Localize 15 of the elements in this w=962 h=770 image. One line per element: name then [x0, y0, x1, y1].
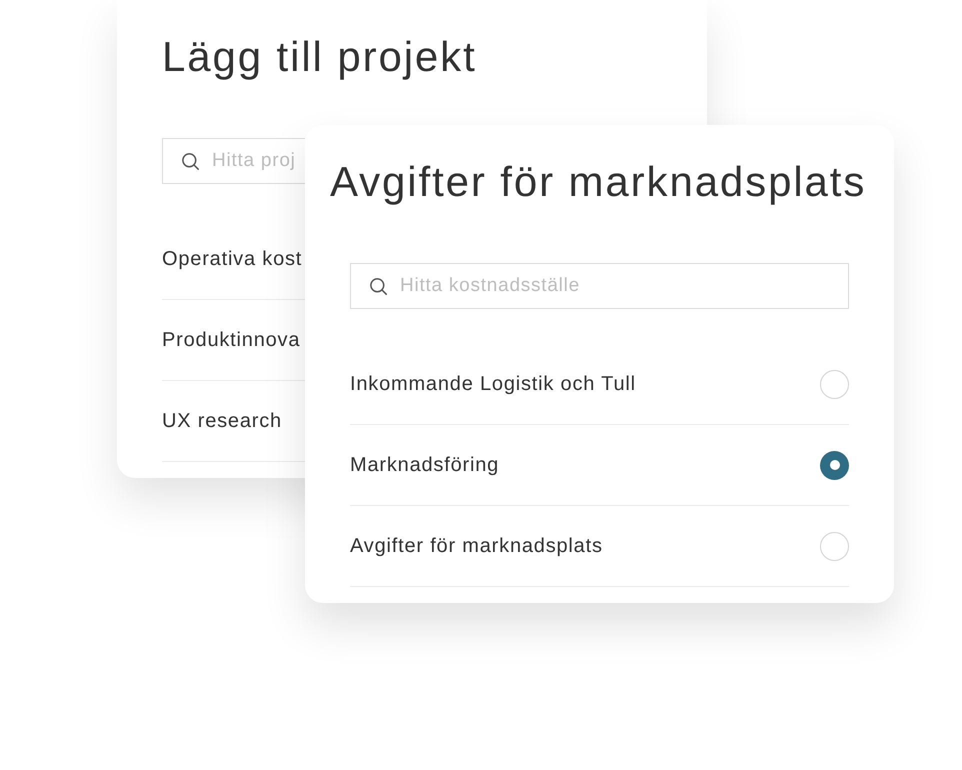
search-icon	[182, 153, 199, 170]
search-field[interactable]: Hitta kostnadsställe	[350, 263, 849, 309]
option-label[interactable]: Operativa kost	[162, 244, 302, 274]
option-label[interactable]: Marknadsföring	[350, 450, 500, 480]
dialog-title: Avgifter för marknadsplats	[330, 161, 866, 203]
option-label[interactable]: UX research	[162, 406, 282, 436]
radio-button[interactable]	[820, 370, 849, 398]
option-label[interactable]: Inkommande Logistik och Tull	[350, 369, 636, 399]
radio-button[interactable]	[820, 532, 849, 560]
radio-button[interactable]	[820, 450, 849, 480]
option-label[interactable]: Produktinnova	[162, 325, 300, 355]
search-field[interactable]: Hitta proj	[162, 138, 305, 184]
dialog-title: Lägg till projekt	[162, 36, 477, 78]
option-label[interactable]: Avgifter för marknadsplats	[350, 531, 603, 561]
search-icon	[370, 278, 387, 295]
